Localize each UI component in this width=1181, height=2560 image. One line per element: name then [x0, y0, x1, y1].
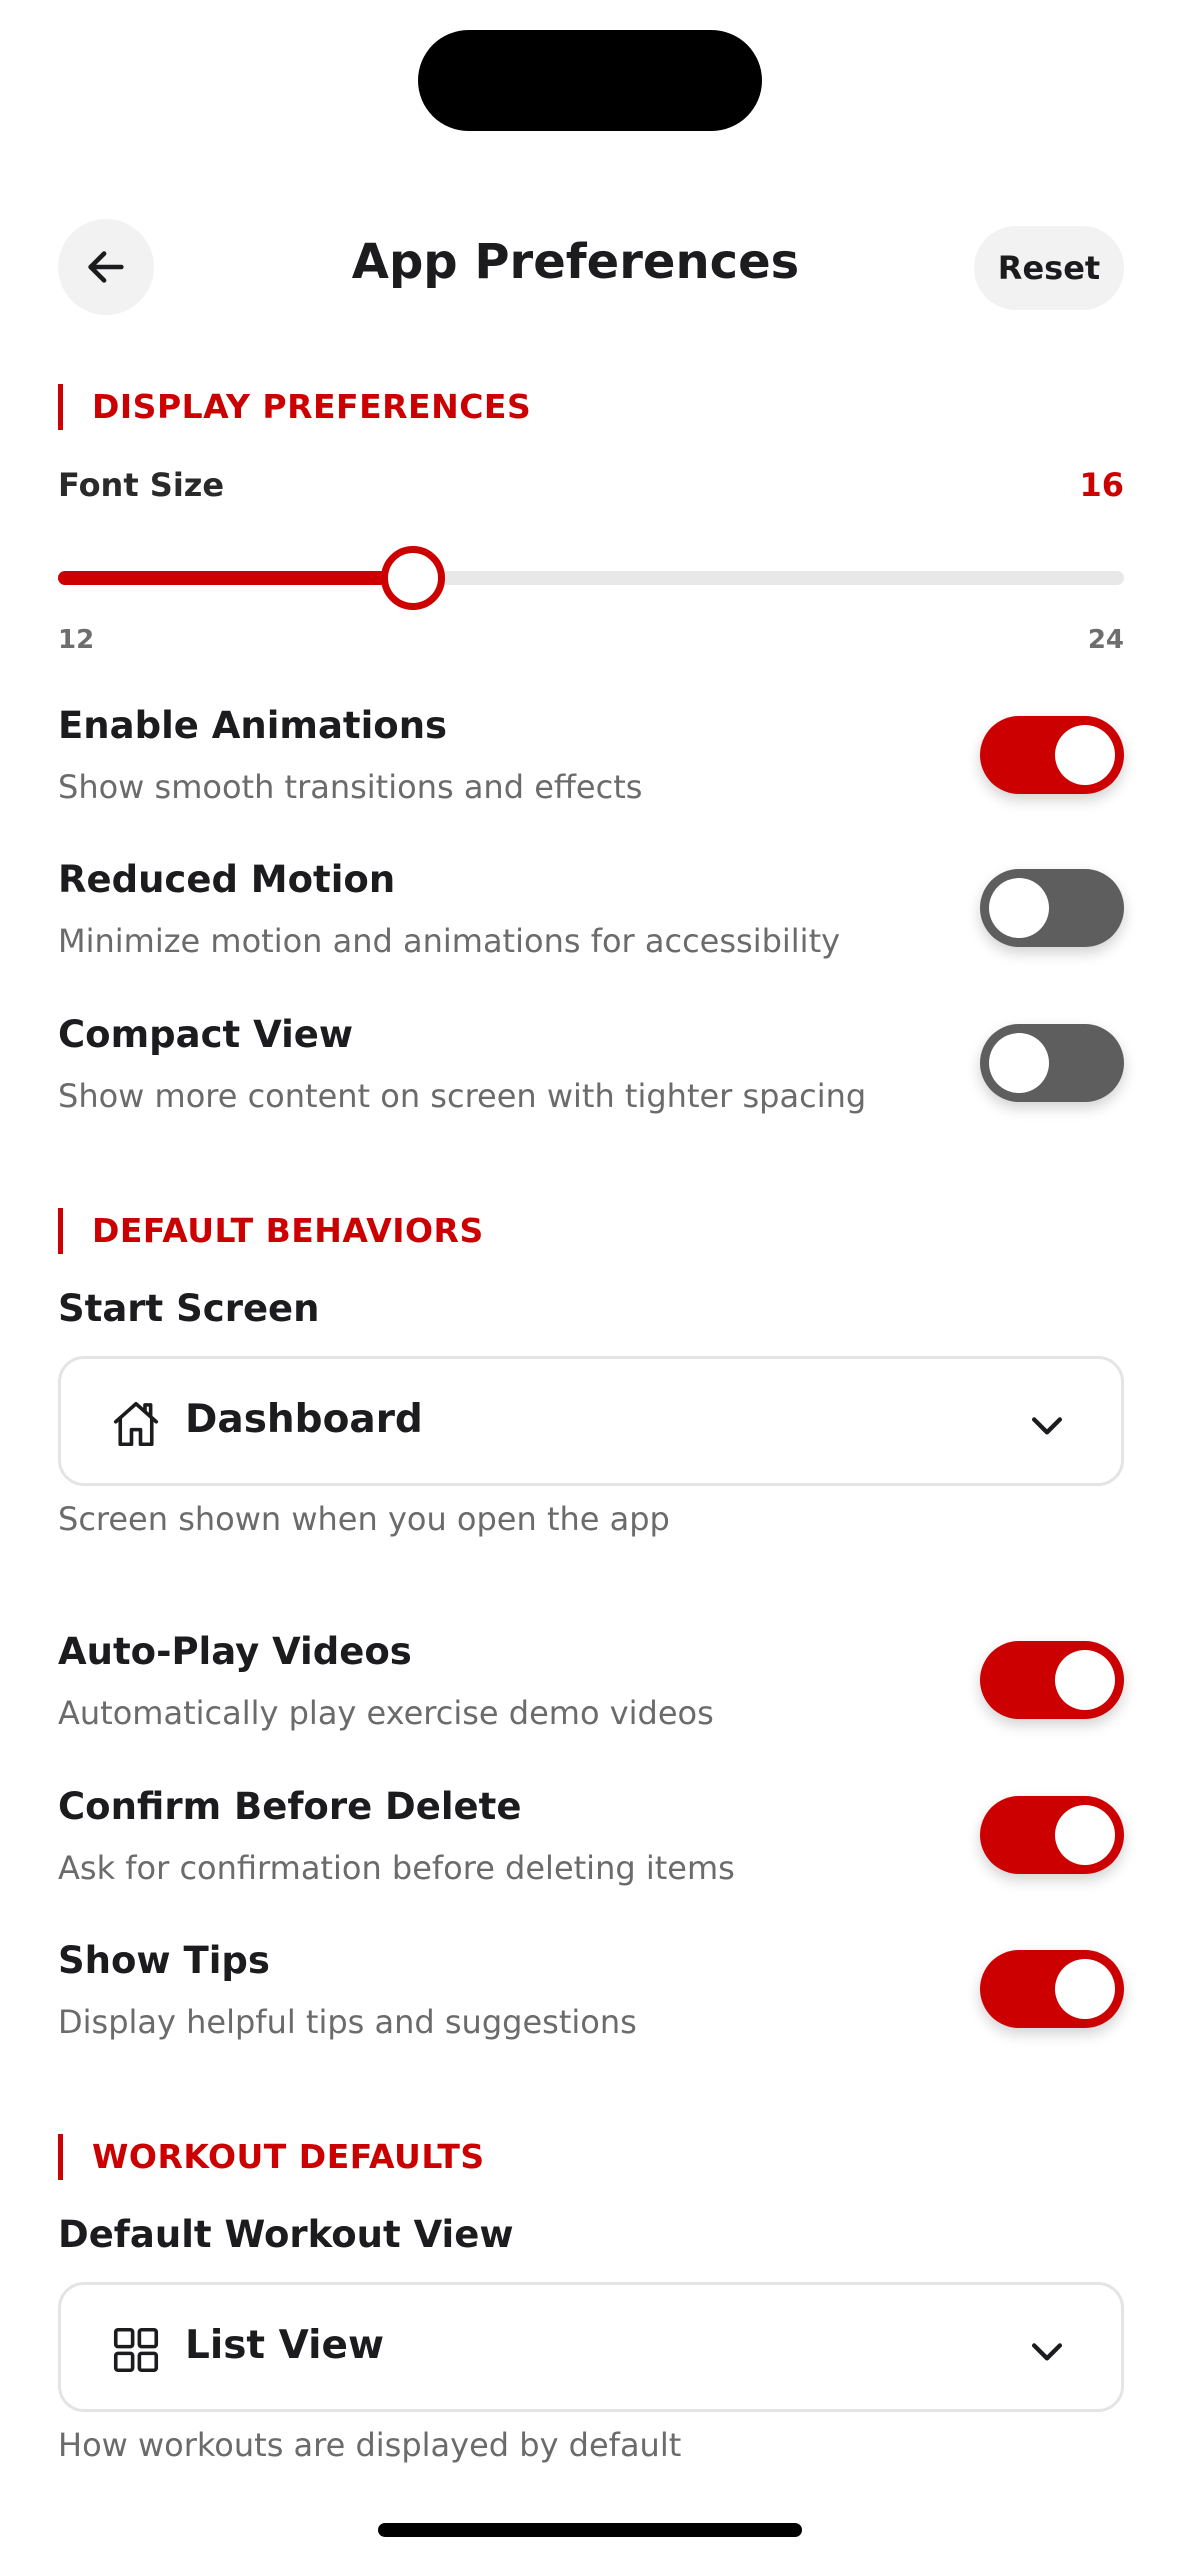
default-workout-view-label: Default Workout View: [58, 2213, 514, 2256]
auto-play-title: Auto-Play Videos: [58, 1630, 412, 1673]
section-default-behaviors: DEFAULT BEHAVIORS: [58, 1208, 484, 1254]
default-workout-view-helper: How workouts are displayed by default: [58, 2426, 682, 2464]
reduced-motion-desc: Minimize motion and animations for acces…: [58, 922, 841, 960]
enable-animations-desc: Show smooth transitions and effects: [58, 768, 643, 806]
confirm-delete-title: Confirm Before Delete: [58, 1785, 522, 1828]
confirm-delete-desc: Ask for confirmation before deleting ite…: [58, 1849, 735, 1887]
reduced-motion-title: Reduced Motion: [58, 858, 396, 901]
grid-icon: [113, 2327, 159, 2373]
start-screen-select[interactable]: Dashboard: [58, 1356, 1124, 1486]
toggle-knob: [1055, 1805, 1115, 1865]
home-indicator: [378, 2523, 802, 2537]
compact-view-toggle[interactable]: [980, 1024, 1124, 1102]
enable-animations-title: Enable Animations: [58, 704, 448, 747]
section-display-preferences: DISPLAY PREFERENCES: [58, 384, 531, 430]
default-workout-view-select[interactable]: List View: [58, 2282, 1124, 2412]
toggle-knob: [1055, 725, 1115, 785]
start-screen-helper: Screen shown when you open the app: [58, 1500, 670, 1538]
enable-animations-toggle[interactable]: [980, 716, 1124, 794]
app-preferences-screen: App Preferences Reset DISPLAY PREFERENCE…: [0, 0, 1181, 2560]
chevron-down-icon: [1031, 1417, 1063, 1435]
confirm-delete-toggle[interactable]: [980, 1796, 1124, 1874]
reset-button[interactable]: Reset: [974, 226, 1124, 310]
start-screen-value: Dashboard: [185, 1397, 423, 1442]
dynamic-island: [418, 30, 762, 131]
section-workout-defaults: WORKOUT DEFAULTS: [58, 2134, 485, 2180]
show-tips-desc: Display helpful tips and suggestions: [58, 2003, 637, 2041]
auto-play-desc: Automatically play exercise demo videos: [58, 1694, 714, 1732]
chevron-down-icon: [1031, 2343, 1063, 2361]
toggle-knob: [1055, 1959, 1115, 2019]
home-icon: [113, 1401, 159, 1447]
start-screen-label: Start Screen: [58, 1287, 320, 1330]
font-size-slider[interactable]: [58, 546, 1124, 610]
show-tips-toggle[interactable]: [980, 1950, 1124, 2028]
compact-view-title: Compact View: [58, 1013, 354, 1056]
font-size-min-label: 12: [58, 625, 95, 655]
font-size-value: 16: [1079, 466, 1124, 504]
toggle-knob: [1055, 1650, 1115, 1710]
show-tips-title: Show Tips: [58, 1939, 270, 1982]
compact-view-desc: Show more content on screen with tighter…: [58, 1077, 867, 1115]
reduced-motion-toggle[interactable]: [980, 869, 1124, 947]
font-size-label: Font Size: [58, 466, 225, 504]
toggle-knob: [989, 1033, 1049, 1093]
default-workout-view-value: List View: [185, 2323, 384, 2368]
font-size-slider-fill: [58, 571, 413, 585]
auto-play-toggle[interactable]: [980, 1641, 1124, 1719]
font-size-max-label: 24: [1087, 625, 1124, 655]
toggle-knob: [989, 878, 1049, 938]
font-size-slider-thumb[interactable]: [381, 546, 445, 610]
